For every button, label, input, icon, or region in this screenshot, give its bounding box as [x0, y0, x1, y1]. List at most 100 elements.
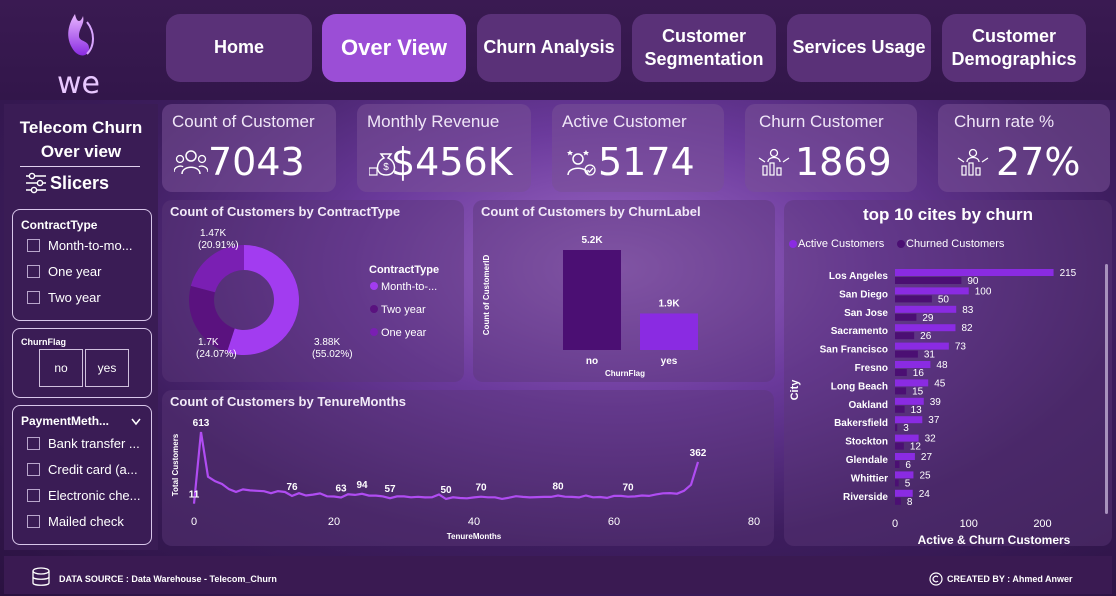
contract-type-donut-chart[interactable]: 3.88K(55.02%)1.7K(24.07%)1.47K(20.91%)Co…: [162, 200, 464, 382]
checkbox[interactable]: [27, 463, 40, 476]
x-axis-label: TenureMonths: [447, 532, 502, 541]
payment-option-bank[interactable]: Bank transfer ...: [27, 436, 140, 451]
kpi-monthly-revenue: Monthly Revenue $ $456K: [357, 104, 531, 192]
churn-bar-yes[interactable]: [640, 313, 698, 350]
active-value-label: 24: [919, 489, 931, 500]
city-label: Bakersfield: [834, 418, 888, 429]
active-bar[interactable]: [895, 287, 969, 295]
churn-bar[interactable]: [895, 369, 907, 376]
churn-label-chart-card: Count of Customers by ChurnLabel 5.2K no 1…: [473, 200, 775, 382]
chevron-down-icon[interactable]: [131, 418, 141, 426]
churn-bar[interactable]: [895, 332, 915, 340]
churn-label-bar-chart[interactable]: 5.2K no 1.9K yes ChurnFlag Count of CustomerI…: [473, 200, 775, 382]
active-bar[interactable]: [895, 397, 924, 405]
option-label: Month-to-mo...: [48, 238, 133, 253]
top-cities-bar-chart[interactable]: top 10 cites by churn Active Customers Chu…: [784, 200, 1112, 546]
sliders-icon: [26, 172, 46, 194]
city-label: Whittier: [851, 473, 888, 484]
active-bar[interactable]: [895, 489, 913, 497]
nav-customer-segmentation-button[interactable]: Customer Segmentation: [632, 14, 776, 82]
logo-text: we: [57, 66, 100, 101]
legend-marker: [370, 305, 378, 313]
data-label: 50: [440, 485, 452, 496]
x-tick-label: yes: [661, 356, 678, 367]
donut-value-label: 1.7K: [198, 337, 219, 348]
brand-logo: we: [45, 12, 115, 101]
churn-bar[interactable]: [895, 424, 898, 432]
checkbox[interactable]: [27, 489, 40, 502]
legend-marker: [789, 240, 797, 248]
contract-option-month[interactable]: Month-to-mo...: [27, 238, 133, 253]
payment-option-mailed[interactable]: Mailed check: [27, 514, 124, 529]
churn-bar[interactable]: [895, 405, 905, 413]
data-label: 70: [622, 483, 634, 494]
checkbox[interactable]: [27, 291, 40, 304]
active-bar[interactable]: [895, 269, 1054, 276]
checkbox[interactable]: [27, 437, 40, 450]
churnflag-yes-button[interactable]: yes: [85, 349, 129, 387]
churn-value-label: 26: [920, 331, 932, 342]
x-tick-label: 20: [328, 516, 340, 528]
donut-value-label: 3.88K: [314, 337, 340, 348]
checkbox[interactable]: [27, 515, 40, 528]
churnflag-no-button[interactable]: no: [39, 349, 83, 387]
payment-option-credit[interactable]: Credit card (a...: [27, 462, 138, 477]
contract-option-one-year[interactable]: One year: [27, 264, 101, 279]
active-bar[interactable]: [895, 379, 929, 387]
checkbox[interactable]: [27, 265, 40, 278]
footer: DATA SOURCE : Data Warehouse - Telecom_C…: [4, 556, 1112, 594]
churn-bar[interactable]: [895, 350, 918, 358]
payment-option-electronic[interactable]: Electronic che...: [27, 488, 141, 503]
churn-customer-icon: [758, 148, 790, 176]
nav-churn-analysis-button[interactable]: Churn Analysis: [477, 14, 621, 82]
active-bar[interactable]: [895, 342, 949, 350]
city-label: Riverside: [843, 492, 888, 503]
active-bar[interactable]: [895, 305, 957, 313]
nav-services-usage-button[interactable]: Services Usage: [787, 14, 931, 82]
contract-option-two-year[interactable]: Two year: [27, 290, 101, 305]
city-label: Stockton: [845, 437, 888, 448]
churn-bar[interactable]: [895, 313, 917, 321]
active-bar[interactable]: [895, 471, 914, 479]
churn-bar[interactable]: [895, 387, 907, 395]
data-label: 362: [690, 448, 707, 459]
kpi-value: $456K: [391, 140, 513, 184]
active-bar[interactable]: [895, 324, 956, 332]
active-bar[interactable]: [895, 361, 931, 368]
kpi-count-of-customer: Count of Customer 7043: [162, 104, 336, 192]
active-bar[interactable]: [895, 453, 915, 460]
donut-slice-2[interactable]: [190, 245, 244, 293]
churn-value-label: 29: [922, 313, 934, 324]
churn-bar[interactable]: [895, 497, 901, 505]
nav-overview-button[interactable]: Over View: [322, 14, 466, 82]
x-tick-label: 0: [191, 516, 197, 528]
data-label: 80: [552, 481, 564, 492]
kpi-label: Churn rate %: [954, 112, 1055, 131]
active-bar[interactable]: [895, 434, 919, 442]
active-bar[interactable]: [895, 416, 923, 424]
x-tick-label: no: [586, 356, 598, 367]
legend-label: Month-to-...: [381, 281, 437, 293]
kpi-active-customer: Active Customer 5174: [552, 104, 724, 192]
churn-bar-no[interactable]: [563, 250, 621, 350]
nav-customer-demographics-button[interactable]: Customer Demographics: [942, 14, 1086, 82]
tenure-line-chart[interactable]: 11 613 76 63 94 57 50 70 80 70 362 0 20 40 60 80 TenureM…: [162, 390, 774, 546]
active-value-label: 27: [921, 452, 933, 463]
scrollbar[interactable]: [1105, 264, 1108, 514]
city-label: Glendale: [846, 455, 889, 466]
checkbox[interactable]: [27, 239, 40, 252]
svg-text:$: $: [383, 162, 389, 173]
churn-bar[interactable]: [895, 442, 904, 450]
kpi-label: Count of Customer: [172, 112, 315, 131]
nav-home-button[interactable]: Home: [166, 14, 312, 82]
churn-value-label: 15: [912, 386, 924, 397]
active-value-label: 32: [925, 434, 937, 445]
churn-bar[interactable]: [895, 277, 962, 284]
active-value-label: 82: [961, 323, 973, 334]
legend-marker: [370, 282, 378, 290]
churn-bar[interactable]: [895, 461, 900, 468]
legend-label: One year: [381, 327, 427, 339]
churn-bar[interactable]: [895, 295, 932, 303]
churn-bar[interactable]: [895, 479, 899, 487]
churnflag-slicer-header: ChurnFlag: [21, 337, 66, 347]
